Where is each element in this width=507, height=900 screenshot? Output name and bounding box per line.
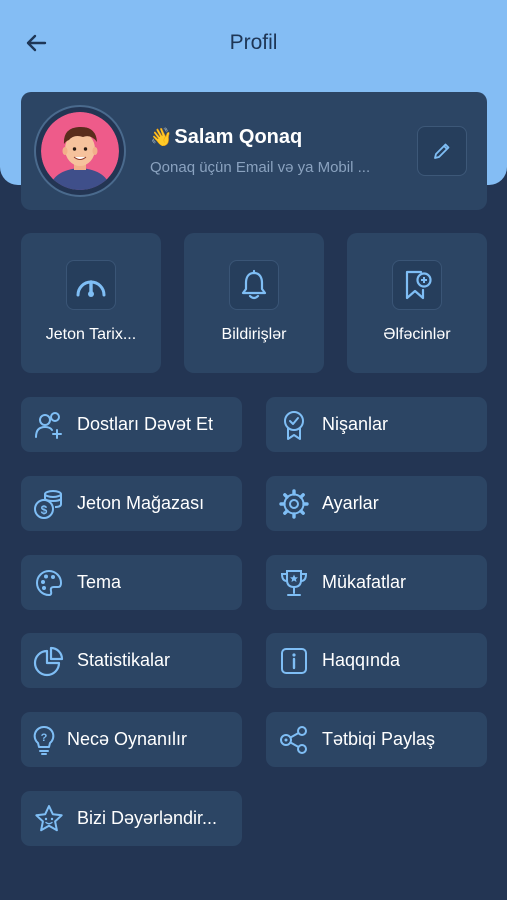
pencil-icon xyxy=(434,143,450,159)
menu-label: Bizi Dəyərləndir... xyxy=(77,808,218,828)
menu-statistics[interactable]: Statistikalar xyxy=(21,633,242,688)
bell-icon xyxy=(241,269,267,300)
menu-label: Haqqında xyxy=(322,650,401,670)
tile-bookmarks[interactable]: Əlfəcinlər xyxy=(347,233,487,373)
coins-icon: $ xyxy=(34,489,62,519)
gear-icon xyxy=(279,488,309,519)
menu-badges[interactable]: Nişanlar xyxy=(266,397,487,452)
menu-settings[interactable]: Ayarlar xyxy=(266,476,487,531)
invite-friends-icon xyxy=(35,411,62,439)
tile-icon-box xyxy=(229,260,279,310)
info-icon xyxy=(281,647,307,674)
menu-label: Jeton Mağazası xyxy=(77,493,205,513)
menu-rewards[interactable]: Mükafatlar xyxy=(266,555,487,610)
share-icon xyxy=(280,725,307,754)
pie-chart-icon xyxy=(33,646,64,676)
tile-icon-box xyxy=(392,260,442,310)
svg-text:$: $ xyxy=(41,503,48,517)
menu-label: Statistikalar xyxy=(77,650,171,670)
tile-jeton-history[interactable]: Jeton Tarix... xyxy=(21,233,161,373)
menu-label: Mükafatlar xyxy=(322,572,407,592)
palette-icon xyxy=(36,569,63,596)
menu-invite-friends[interactable]: Dostları Dəvət Et xyxy=(21,397,242,452)
menu-about[interactable]: Haqqında xyxy=(266,633,487,688)
gauge-icon xyxy=(76,280,106,297)
tile-notifications[interactable]: Bildirişlər xyxy=(184,233,324,373)
greeting-text: Salam Qonaq xyxy=(174,126,303,148)
greeting: 👋 Salam Qonaq xyxy=(150,126,302,149)
bookmark-add-icon xyxy=(405,270,432,300)
menu-how-to-play[interactable]: ? Necə Oynanılır xyxy=(21,712,242,767)
badge-icon xyxy=(284,410,304,440)
menu-label: Ayarlar xyxy=(322,493,379,513)
menu-jeton-store[interactable]: $ Jeton Mağazası xyxy=(21,476,242,531)
star-icon xyxy=(35,804,63,831)
svg-text:?: ? xyxy=(41,732,48,744)
avatar-image xyxy=(41,112,119,190)
menu-label: Nişanlar xyxy=(322,414,389,434)
tile-label: Əlfəcinlər xyxy=(383,326,451,343)
tile-icon-box xyxy=(66,260,116,310)
avatar[interactable] xyxy=(34,105,126,197)
page-title: Profil xyxy=(229,31,278,54)
menu-label: Tətbiqi Paylaş xyxy=(322,729,436,749)
menu-label: Tema xyxy=(77,572,122,592)
profile-card: 👋 Salam Qonaq Qonaq üçün Email və ya Mobi… xyxy=(21,92,487,210)
menu-theme[interactable]: Tema xyxy=(21,555,242,610)
profile-subtitle: Qonaq üçün Email və ya Mobil ... xyxy=(150,159,371,176)
edit-profile-button[interactable] xyxy=(417,126,467,176)
wave-icon: 👋 xyxy=(150,127,173,147)
trophy-icon xyxy=(280,569,308,596)
tile-label: Bildirişlər xyxy=(221,326,287,343)
lightbulb-icon: ? xyxy=(33,725,55,755)
menu-label: Dostları Dəvət Et xyxy=(77,414,214,434)
menu-rate-us[interactable]: Bizi Dəyərləndir... xyxy=(21,791,242,846)
tile-label: Jeton Tarix... xyxy=(45,326,137,343)
menu-share-app[interactable]: Tətbiqi Paylaş xyxy=(266,712,487,767)
menu-label: Necə Oynanılır xyxy=(67,729,188,749)
